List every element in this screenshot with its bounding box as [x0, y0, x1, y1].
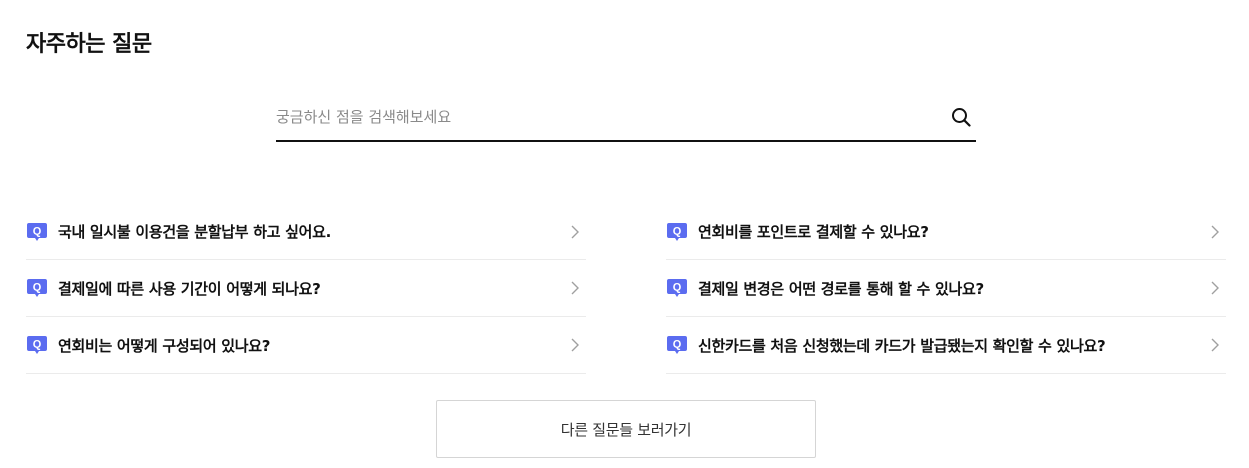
- faq-item[interactable]: Q 국내 일시불 이용건을 분할납부 하고 싶어요.: [26, 204, 586, 260]
- chevron-right-icon: [571, 225, 579, 238]
- faq-item[interactable]: Q 신한카드를 처음 신청했는데 카드가 발급됐는지 확인할 수 있나요?: [666, 317, 1226, 374]
- faq-item[interactable]: Q 연회비를 포인트로 결제할 수 있나요?: [666, 204, 1226, 260]
- faq-question: 결제일에 따른 사용 기간이 어떻게 되나요?: [58, 279, 321, 298]
- question-badge-icon: Q: [27, 279, 47, 297]
- svg-text:Q: Q: [33, 339, 42, 351]
- faq-question: 결제일 변경은 어떤 경로를 통해 할 수 있나요?: [698, 279, 984, 298]
- search-input[interactable]: [276, 102, 926, 132]
- faq-question: 연회비는 어떻게 구성되어 있나요?: [58, 336, 271, 355]
- question-badge-icon: Q: [27, 336, 47, 354]
- chevron-right-icon: [1211, 281, 1219, 295]
- chevron-right-icon: [571, 338, 579, 352]
- faq-question: 신한카드를 처음 신청했는데 카드가 발급됐는지 확인할 수 있나요?: [698, 336, 1106, 355]
- svg-text:Q: Q: [33, 282, 42, 294]
- faq-list-right: Q 연회비를 포인트로 결제할 수 있나요? Q 결제일 변경은 어떤 경로를 …: [666, 204, 1226, 374]
- question-badge-icon: Q: [667, 279, 687, 297]
- chevron-right-icon: [1211, 225, 1219, 238]
- chevron-right-icon: [1211, 338, 1219, 352]
- chevron-right-icon: [571, 281, 579, 295]
- search-icon: [952, 108, 971, 127]
- faq-item[interactable]: Q 결제일 변경은 어떤 경로를 통해 할 수 있나요?: [666, 260, 1226, 317]
- search-box: [276, 96, 976, 142]
- search-button[interactable]: [948, 104, 974, 130]
- question-badge-icon: Q: [27, 222, 47, 241]
- faq-question: 연회비를 포인트로 결제할 수 있나요?: [698, 223, 929, 241]
- question-badge-icon: Q: [667, 222, 687, 241]
- svg-text:Q: Q: [673, 282, 682, 294]
- more-questions-button[interactable]: 다른 질문들 보러가기: [436, 400, 816, 458]
- svg-text:Q: Q: [673, 339, 682, 351]
- faq-question: 국내 일시불 이용건을 분할납부 하고 싶어요.: [58, 223, 332, 241]
- faq-list-left: Q 국내 일시불 이용건을 분할납부 하고 싶어요. Q 결제일에 따른 사용 …: [26, 204, 586, 374]
- question-badge-icon: Q: [667, 336, 687, 354]
- svg-text:Q: Q: [673, 225, 682, 237]
- faq-item[interactable]: Q 연회비는 어떻게 구성되어 있나요?: [26, 317, 586, 374]
- faq-item[interactable]: Q 결제일에 따른 사용 기간이 어떻게 되나요?: [26, 260, 586, 317]
- page-title: 자주하는 질문: [26, 32, 152, 57]
- svg-text:Q: Q: [33, 225, 42, 237]
